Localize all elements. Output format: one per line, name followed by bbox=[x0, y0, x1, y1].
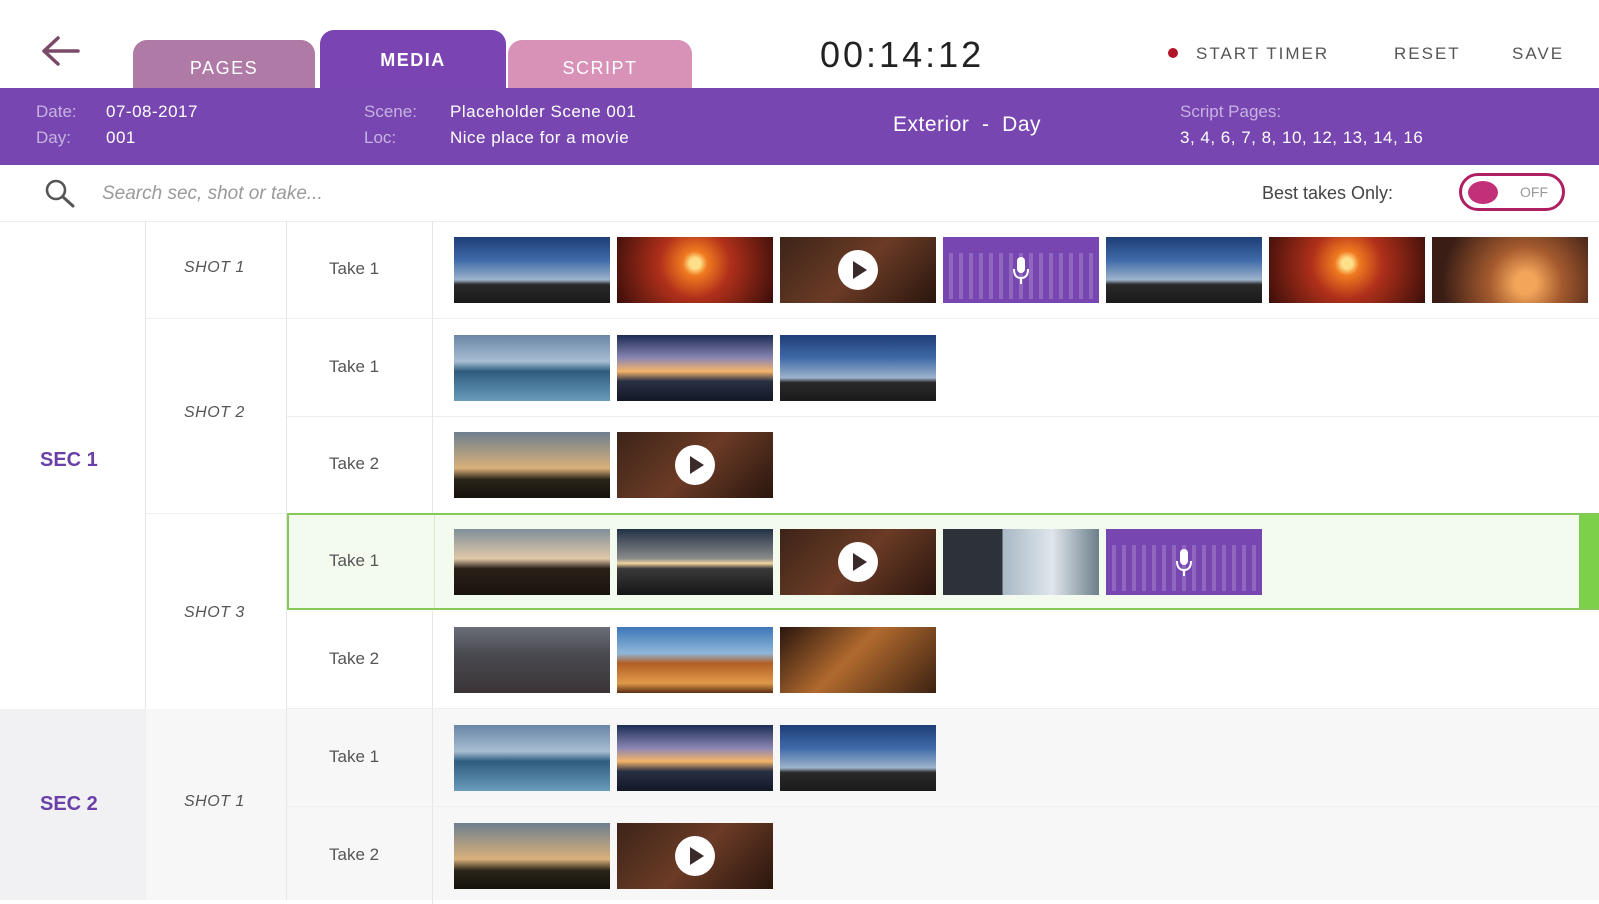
start-timer-label: START TIMER bbox=[1196, 44, 1330, 63]
image-thumbnail[interactable] bbox=[617, 529, 773, 595]
scene-info-bar: Date: 07-08-2017 Day: 001 Scene: Placeho… bbox=[0, 88, 1599, 165]
image-thumbnail[interactable] bbox=[617, 237, 773, 303]
search-input[interactable] bbox=[100, 177, 804, 211]
day-label: Day: bbox=[36, 128, 71, 147]
tab-media[interactable]: MEDIA bbox=[320, 30, 506, 88]
shot-cell[interactable]: SHOT 1 bbox=[146, 221, 287, 319]
video-thumbnail[interactable] bbox=[617, 432, 773, 498]
image-thumbnail[interactable] bbox=[454, 237, 610, 303]
image-thumbnail[interactable] bbox=[1269, 237, 1425, 303]
search-bar: Best takes Only: OFF bbox=[0, 165, 1599, 222]
play-icon bbox=[838, 250, 878, 290]
take-label: Take 2 bbox=[329, 649, 380, 668]
date-value: 07-08-2017 bbox=[106, 102, 198, 121]
reset-button[interactable]: RESET bbox=[1394, 44, 1461, 64]
play-icon bbox=[838, 542, 878, 582]
tab-pages[interactable]: PAGES bbox=[133, 40, 315, 88]
microphone-icon bbox=[1174, 547, 1194, 579]
shot-label: SHOT 1 bbox=[184, 793, 245, 810]
loc-label: Loc: bbox=[364, 128, 397, 147]
media-grid: SEC 1 SEC 2 SHOT 1 SHOT 2 SHOT 3 SHOT 1 … bbox=[0, 221, 1599, 904]
play-icon bbox=[675, 445, 715, 485]
drag-handle[interactable] bbox=[1579, 515, 1599, 608]
image-thumbnail[interactable] bbox=[617, 725, 773, 791]
image-thumbnail[interactable] bbox=[454, 335, 610, 401]
best-takes-label: Best takes Only: bbox=[1262, 183, 1394, 203]
take-label: Take 1 bbox=[329, 259, 380, 278]
take-label-cell: Take 1 bbox=[289, 515, 435, 608]
image-thumbnail[interactable] bbox=[1432, 237, 1588, 303]
take-row[interactable]: Take 2 bbox=[287, 807, 1599, 904]
image-thumbnail[interactable] bbox=[454, 627, 610, 693]
take-label: Take 1 bbox=[329, 357, 380, 376]
shot-label: SHOT 1 bbox=[184, 259, 245, 276]
image-thumbnail[interactable] bbox=[1106, 237, 1262, 303]
tab-script[interactable]: SCRIPT bbox=[508, 40, 692, 88]
top-bar: PAGES SCRIPT MEDIA 00:14:12 START TIMER … bbox=[0, 0, 1599, 88]
image-thumbnail[interactable] bbox=[454, 432, 610, 498]
take-row[interactable]: Take 1 bbox=[287, 709, 1599, 807]
video-thumbnail[interactable] bbox=[780, 237, 936, 303]
search-icon bbox=[42, 177, 78, 216]
take-row-selected[interactable]: Take 1 bbox=[287, 513, 1599, 610]
image-thumbnail[interactable] bbox=[454, 725, 610, 791]
take-label: Take 1 bbox=[329, 551, 380, 570]
date-label: Date: bbox=[36, 102, 77, 121]
section-cell[interactable]: SEC 1 bbox=[0, 221, 146, 709]
take-label-cell: Take 1 bbox=[287, 221, 433, 318]
take-label: Take 1 bbox=[329, 747, 380, 766]
image-thumbnail[interactable] bbox=[454, 823, 610, 889]
scene-value: Placeholder Scene 001 bbox=[450, 102, 637, 121]
image-thumbnail[interactable] bbox=[454, 529, 610, 595]
back-arrow-icon[interactable] bbox=[38, 34, 88, 74]
take-row[interactable]: Take 1 bbox=[287, 221, 1599, 319]
take-label: Take 2 bbox=[329, 845, 380, 864]
take-label-cell: Take 1 bbox=[287, 709, 433, 806]
play-icon bbox=[675, 836, 715, 876]
section-label: SEC 2 bbox=[40, 793, 98, 815]
audio-thumbnail[interactable] bbox=[943, 237, 1099, 303]
start-timer-button[interactable]: START TIMER bbox=[1168, 44, 1329, 64]
take-row[interactable]: Take 2 bbox=[287, 416, 1599, 514]
setting-value: Exterior - Day bbox=[893, 113, 1042, 136]
audio-thumbnail[interactable] bbox=[1106, 529, 1262, 595]
take-label-cell: Take 2 bbox=[287, 807, 433, 904]
script-pages-value: 3, 4, 6, 7, 8, 10, 12, 13, 14, 16 bbox=[1180, 128, 1424, 147]
image-thumbnail[interactable] bbox=[617, 627, 773, 693]
shot-cell[interactable]: SHOT 2 bbox=[146, 319, 287, 514]
script-pages-label: Script Pages: bbox=[1180, 102, 1282, 121]
day-value: 001 bbox=[106, 128, 136, 147]
best-takes-toggle[interactable]: OFF bbox=[1459, 173, 1565, 211]
toggle-state: OFF bbox=[1520, 184, 1548, 200]
shot-cell[interactable]: SHOT 1 bbox=[146, 709, 287, 900]
image-thumbnail[interactable] bbox=[617, 335, 773, 401]
image-thumbnail[interactable] bbox=[943, 529, 1099, 595]
save-button[interactable]: SAVE bbox=[1512, 44, 1564, 64]
take-row[interactable]: Take 2 bbox=[287, 611, 1599, 709]
microphone-icon bbox=[1011, 255, 1031, 287]
section-label: SEC 1 bbox=[40, 449, 98, 471]
take-label-cell: Take 2 bbox=[287, 611, 433, 708]
take-label: Take 2 bbox=[329, 454, 380, 473]
image-thumbnail[interactable] bbox=[780, 335, 936, 401]
take-label-cell: Take 2 bbox=[287, 416, 433, 513]
record-dot-icon bbox=[1168, 47, 1178, 58]
video-thumbnail[interactable] bbox=[617, 823, 773, 889]
shot-cell[interactable]: SHOT 3 bbox=[146, 514, 287, 709]
image-thumbnail[interactable] bbox=[780, 627, 936, 693]
shot-label: SHOT 3 bbox=[184, 604, 245, 621]
timer-display: 00:14:12 bbox=[820, 34, 985, 75]
shot-label: SHOT 2 bbox=[184, 404, 245, 421]
scene-label: Scene: bbox=[364, 102, 417, 121]
take-label-cell: Take 1 bbox=[287, 319, 433, 416]
take-row[interactable]: Take 1 bbox=[287, 319, 1599, 417]
toggle-knob bbox=[1468, 181, 1498, 204]
video-thumbnail[interactable] bbox=[780, 529, 936, 595]
section-cell[interactable]: SEC 2 bbox=[0, 709, 145, 900]
loc-value: Nice place for a movie bbox=[450, 128, 630, 147]
image-thumbnail[interactable] bbox=[780, 725, 936, 791]
